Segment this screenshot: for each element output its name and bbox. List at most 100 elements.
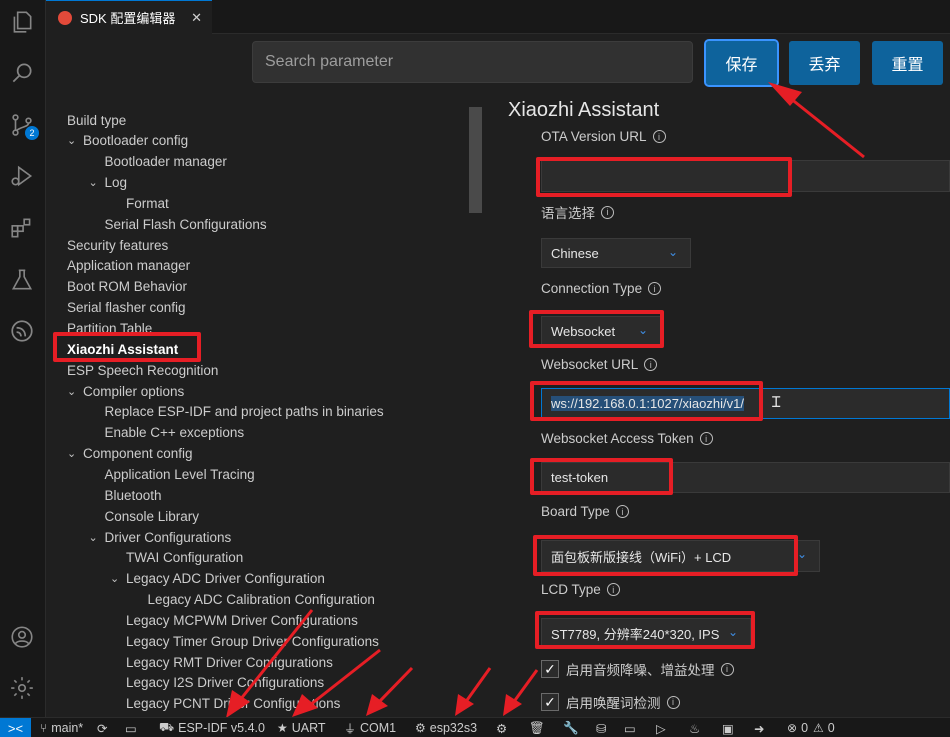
com-port-selector[interactable]: ⏚ COM1 bbox=[344, 718, 396, 737]
run-debug-icon[interactable] bbox=[7, 161, 37, 191]
explorer-icon[interactable] bbox=[7, 7, 37, 37]
reset-button[interactable]: 重置 bbox=[872, 41, 943, 85]
tree-item[interactable]: Console Library bbox=[89, 506, 200, 526]
debug-icon[interactable]: ▷ bbox=[656, 718, 666, 737]
highlight-box bbox=[530, 458, 673, 495]
info-icon[interactable]: i bbox=[644, 358, 658, 371]
language-select[interactable]: Chinese ⌄ bbox=[541, 238, 691, 268]
tree-item-label: Legacy Timer Group Driver Configurations bbox=[126, 633, 379, 649]
tree-item[interactable]: ⌄ Legacy ADC Driver Configuration bbox=[110, 569, 325, 589]
chevron-down-icon[interactable]: ⌄ bbox=[89, 176, 105, 189]
tree-item[interactable]: Application manager bbox=[67, 256, 190, 276]
account-icon[interactable] bbox=[7, 622, 37, 652]
tree-item[interactable]: TWAI Configuration bbox=[110, 548, 243, 568]
chevron-down-icon[interactable]: ⌄ bbox=[110, 572, 126, 585]
tree-item-label: Compiler options bbox=[83, 383, 185, 399]
settings-gear-icon[interactable] bbox=[7, 673, 37, 703]
save-button[interactable]: 保存 bbox=[704, 39, 779, 87]
tree-item[interactable]: Bluetooth bbox=[89, 485, 162, 505]
tree-item[interactable]: ⌄ Compiler options bbox=[67, 381, 184, 401]
tree-item-label: Legacy ADC Calibration Configuration bbox=[147, 592, 375, 608]
language-label: 语言选择 i bbox=[541, 202, 614, 222]
tab-sdk-config-editor[interactable]: SDK 配置编辑器 ✕ bbox=[46, 0, 212, 34]
arrowhead bbox=[366, 694, 388, 716]
tree-item[interactable]: ⌄ Driver Configurations bbox=[89, 527, 232, 547]
info-icon[interactable]: i bbox=[606, 583, 620, 596]
search-icon[interactable] bbox=[7, 58, 37, 88]
info-icon[interactable]: i bbox=[699, 432, 713, 445]
terminal-icon[interactable]: ▣ bbox=[722, 718, 734, 737]
info-icon[interactable]: i bbox=[648, 282, 662, 295]
tree-item[interactable]: Legacy ADC Calibration Configuration bbox=[132, 590, 375, 610]
idf-version[interactable]: ⛟ ESP-IDF v5.4.0 bbox=[159, 718, 265, 737]
tree-item-label: Replace ESP-IDF and project paths in bin… bbox=[104, 404, 384, 420]
tree-item[interactable]: Build type bbox=[67, 110, 126, 130]
tree-item-label: Bootloader config bbox=[83, 133, 189, 149]
database-icon[interactable]: ⛁ bbox=[596, 718, 606, 737]
problems-indicator[interactable]: ⊗ 0 ⚠ 0 bbox=[787, 718, 835, 737]
source-control-icon[interactable]: 2 bbox=[7, 110, 39, 140]
tree-item[interactable]: Legacy PCNT Driver Configurations bbox=[110, 694, 340, 714]
tree-item-label: Legacy MCPWM Driver Configurations bbox=[126, 612, 358, 628]
info-icon[interactable]: i bbox=[601, 205, 614, 219]
tree-item[interactable]: Security features bbox=[67, 235, 168, 255]
tree-item[interactable]: Legacy RMT Driver Configurations bbox=[110, 652, 333, 672]
sync-icon[interactable]: ⟳ bbox=[97, 718, 107, 737]
remote-indicator-icon[interactable]: >< bbox=[0, 718, 31, 737]
tree-item-label: Serial Flash Configurations bbox=[104, 216, 267, 232]
chevron-down-icon: ⌄ bbox=[667, 245, 678, 259]
tree-item[interactable]: Boot ROM Behavior bbox=[67, 277, 187, 297]
tree-item[interactable]: Serial flasher config bbox=[67, 298, 186, 318]
chevron-down-icon[interactable]: ⌄ bbox=[89, 531, 105, 544]
info-icon[interactable]: i bbox=[720, 662, 734, 676]
tree-item-label: Enable C++ exceptions bbox=[104, 425, 245, 441]
checkbox[interactable]: ✓ bbox=[541, 693, 559, 711]
tree-item[interactable]: Legacy Timer Group Driver Configurations bbox=[110, 631, 379, 651]
checkbox[interactable]: ✓ bbox=[541, 660, 559, 678]
tree-item-label: Bootloader manager bbox=[104, 154, 227, 170]
flame-icon[interactable]: ♨ bbox=[689, 718, 700, 737]
tree-item[interactable]: Format bbox=[110, 193, 169, 213]
tree-scrollbar[interactable] bbox=[469, 107, 482, 213]
export-icon[interactable]: ➜ bbox=[754, 718, 764, 737]
tree-item[interactable]: Legacy I2S Driver Configurations bbox=[110, 673, 324, 693]
chevron-down-icon[interactable]: ⌄ bbox=[67, 134, 83, 147]
folder-icon[interactable]: ▭ bbox=[125, 718, 137, 737]
tree-item[interactable]: Replace ESP-IDF and project paths in bin… bbox=[89, 402, 384, 422]
espressif-icon[interactable] bbox=[7, 316, 37, 346]
tree-item[interactable]: ⌄ Log bbox=[89, 173, 128, 193]
tree-item-label: Legacy RMT Driver Configurations bbox=[126, 654, 333, 670]
section-title: Xiaozhi Assistant bbox=[508, 99, 660, 121]
wake-word-checkbox-row[interactable]: ✓ 启用唤醒词检测 i bbox=[541, 692, 680, 712]
tree-item[interactable]: ⌄ Bootloader config bbox=[67, 131, 188, 151]
arrowhead bbox=[503, 694, 522, 716]
tree-item[interactable]: Bootloader manager bbox=[89, 152, 227, 172]
info-icon[interactable]: i bbox=[615, 505, 629, 518]
tree-item[interactable]: Application Level Tracing bbox=[89, 464, 255, 484]
info-icon[interactable]: i bbox=[666, 695, 680, 709]
espressif-logo-icon bbox=[58, 10, 72, 25]
chevron-down-icon[interactable]: ⌄ bbox=[67, 385, 83, 398]
sdk-config-icon[interactable]: ⚙ bbox=[496, 718, 507, 737]
testing-flask-icon[interactable] bbox=[7, 265, 37, 295]
branch-indicator[interactable]: ⑂ main* bbox=[40, 718, 83, 737]
extensions-icon[interactable] bbox=[7, 213, 37, 243]
wrench-icon[interactable]: 🔧 bbox=[563, 718, 579, 737]
trash-icon[interactable]: 🗑 bbox=[529, 718, 545, 737]
tree-item-label: Legacy ADC Driver Configuration bbox=[126, 571, 325, 587]
tree-item[interactable]: Legacy MCPWM Driver Configurations bbox=[110, 610, 358, 630]
info-icon[interactable]: i bbox=[652, 130, 666, 143]
search-input[interactable]: Search parameter bbox=[252, 41, 693, 83]
tree-item[interactable]: ESP Speech Recognition bbox=[67, 360, 218, 380]
tree-item[interactable]: Serial Flash Configurations bbox=[89, 214, 267, 234]
discard-button[interactable]: 丢弃 bbox=[789, 41, 860, 85]
tree-item-label: ESP Speech Recognition bbox=[67, 362, 219, 378]
uart-selector[interactable]: ★ UART bbox=[277, 718, 326, 737]
tree-item[interactable]: ⌄ Component config bbox=[67, 444, 193, 464]
tree-item[interactable]: Enable C++ exceptions bbox=[89, 423, 245, 443]
target-selector[interactable]: ⚙ esp32s3 bbox=[415, 718, 477, 737]
audio-processing-checkbox-row[interactable]: ✓ 启用音频降噪、增益处理 i bbox=[541, 659, 734, 679]
chevron-down-icon[interactable]: ⌄ bbox=[67, 447, 83, 460]
monitor-icon[interactable]: ▭ bbox=[624, 718, 636, 737]
close-icon[interactable]: ✕ bbox=[191, 10, 202, 26]
